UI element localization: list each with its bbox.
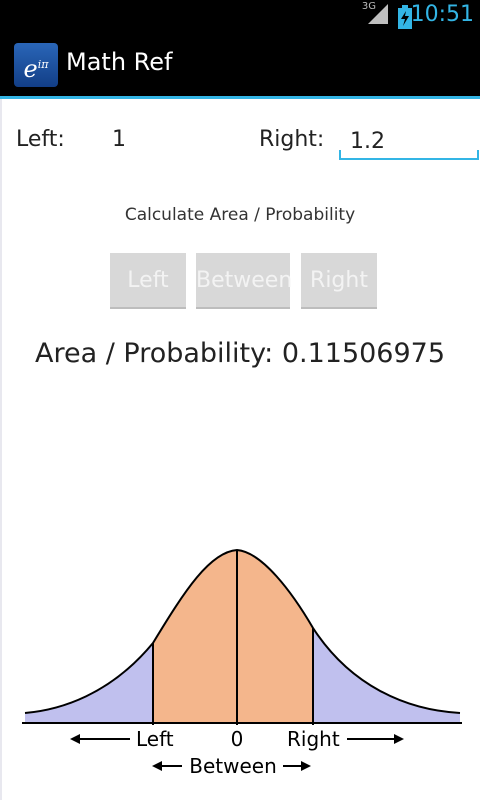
right-label: Right: bbox=[259, 127, 325, 152]
normal-distribution-diagram: Left 0 Right Between bbox=[22, 548, 462, 778]
between-button[interactable]: Between bbox=[196, 253, 292, 307]
center-region bbox=[153, 550, 313, 723]
diagram-label-right: Right bbox=[287, 727, 340, 751]
left-button[interactable]: Left bbox=[110, 253, 186, 307]
app-title: Math Ref bbox=[66, 48, 173, 76]
calculate-heading: Calculate Area / Probability bbox=[124, 205, 356, 225]
right-button[interactable]: Right bbox=[301, 253, 377, 307]
right-field-edge-left bbox=[339, 150, 341, 160]
right-arrowhead bbox=[394, 734, 404, 744]
clock: 10:51 bbox=[410, 2, 474, 27]
diagram-label-zero: 0 bbox=[231, 727, 244, 751]
signal-icon bbox=[368, 4, 388, 24]
result-text: Area / Probability: 0.11506975 bbox=[34, 338, 446, 369]
right-value-field[interactable] bbox=[340, 124, 478, 160]
app-logo-text: e bbox=[23, 55, 38, 83]
diagram-label-left: Left bbox=[136, 727, 174, 751]
right-tail-region bbox=[313, 628, 460, 723]
between-right-arrowhead bbox=[301, 761, 311, 771]
action-bar-divider bbox=[0, 96, 480, 99]
left-label: Left: bbox=[16, 127, 65, 152]
between-left-arrowhead bbox=[152, 761, 162, 771]
app-logo-icon[interactable]: eiπ bbox=[14, 43, 58, 87]
app-logo-superscript: iπ bbox=[37, 58, 49, 71]
left-arrowhead bbox=[70, 734, 80, 744]
left-value-field[interactable]: 1 bbox=[112, 127, 126, 152]
action-bar: eiπ Math Ref bbox=[0, 34, 480, 96]
status-bar: 3G 10:51 bbox=[0, 0, 480, 34]
right-field-edge-right bbox=[477, 150, 479, 160]
diagram-label-between: Between bbox=[189, 754, 277, 778]
